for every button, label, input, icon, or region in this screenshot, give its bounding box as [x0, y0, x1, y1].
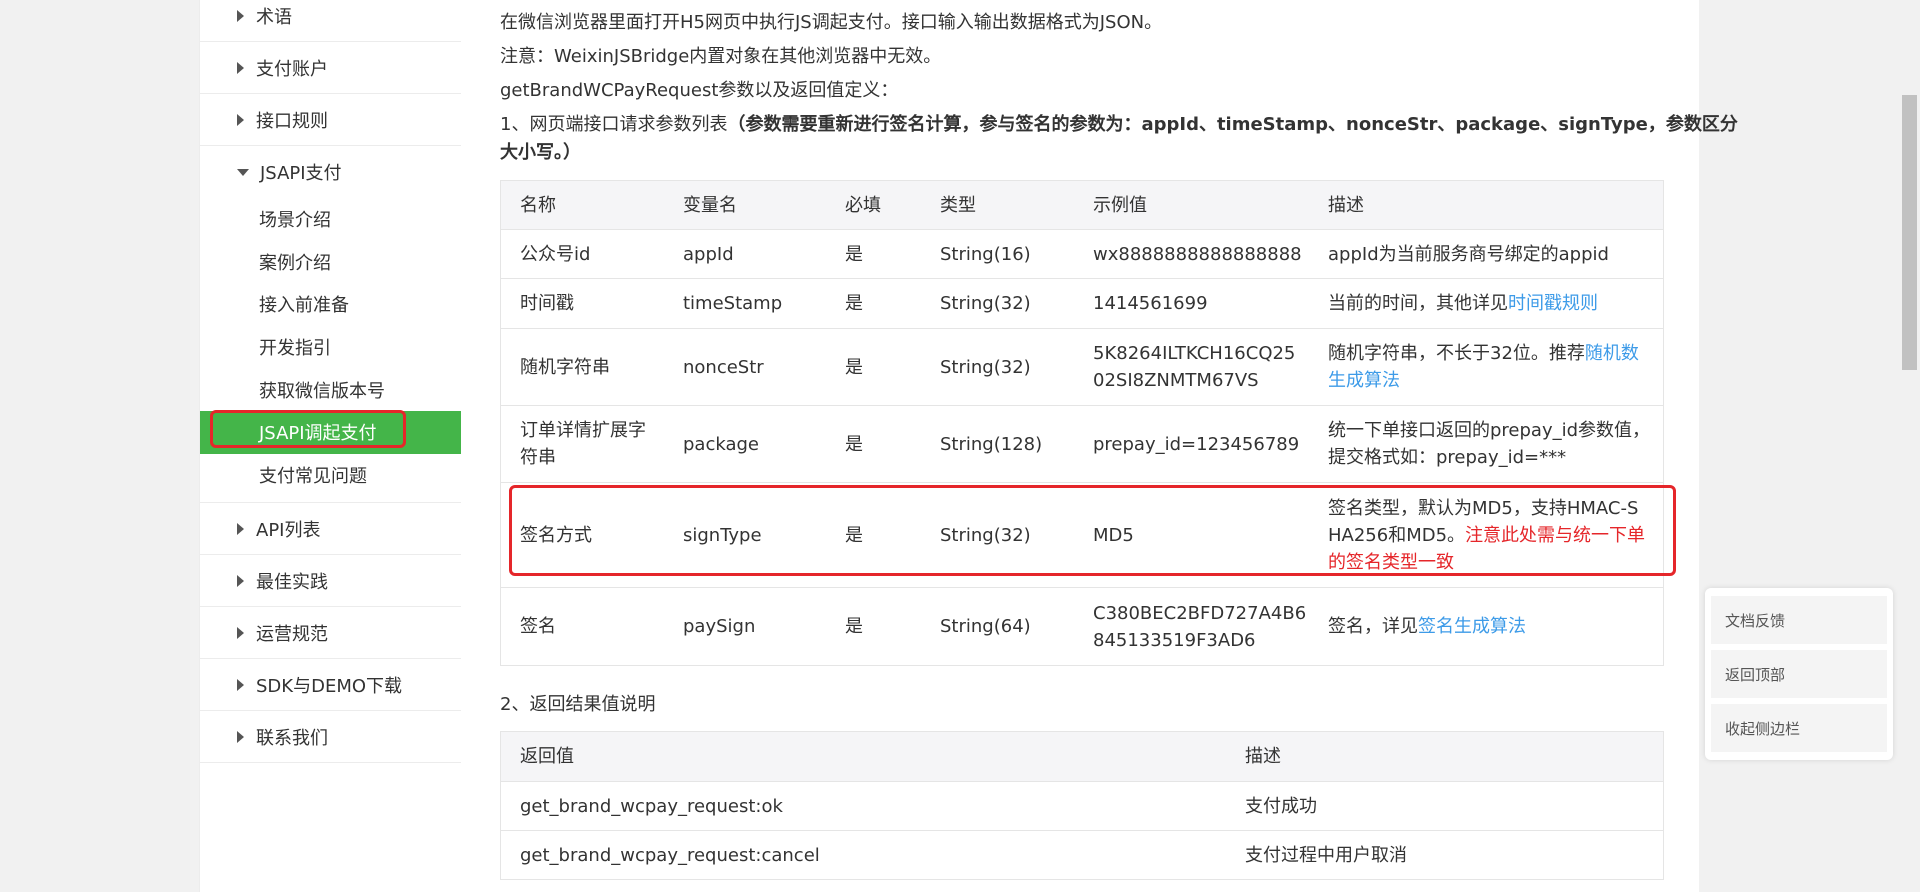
- sub-item-cases[interactable]: 案例介绍: [200, 241, 461, 284]
- jsapi-sub-list: 场景介绍 案例介绍 接入前准备 开发指引 获取微信版本号 JSAPI调起支付 支…: [200, 198, 461, 504]
- sub-item-wechat-version[interactable]: 获取微信版本号: [200, 368, 461, 411]
- header-name: 名称: [520, 194, 556, 216]
- sub-item-jsapi-invoke-pay[interactable]: JSAPI调起支付: [200, 409, 461, 454]
- return-table: 返回值 描述 get_brand_wcpay_request:ok 支付成功 g…: [500, 731, 1664, 880]
- nav-item-label: 接口规则: [256, 110, 328, 132]
- random-algo-link[interactable]: 随机数: [1585, 343, 1639, 364]
- caret-right-icon: [237, 9, 244, 22]
- sidebar-nav: 术语 支付账户 接口规则 JSAPI支付 场景介绍 案例介绍 接入前准备 开发指…: [199, 0, 462, 892]
- caret-right-icon: [237, 574, 244, 587]
- main-content: 在微信浏览器里面打开H5网页中执行JS调起支付。接口输入输出数据格式为JSON。…: [461, 0, 1738, 892]
- header-example: 示例值: [1093, 194, 1147, 216]
- caret-right-icon: [237, 626, 244, 639]
- sign-algo-link[interactable]: 签名生成算法: [1418, 616, 1526, 637]
- caret-right-icon: [237, 678, 244, 691]
- header-required: 必填: [845, 194, 881, 216]
- back-to-top-button[interactable]: 返回顶部: [1711, 650, 1887, 698]
- caret-right-icon: [237, 61, 244, 74]
- caret-down-icon: [237, 168, 249, 176]
- table-row: get_brand_wcpay_request:ok 支付成功: [501, 782, 1663, 831]
- intro-text-2: 注意：WeixinJSBridge内置对象在其他浏览器中无效。: [500, 46, 942, 67]
- page-scrollbar[interactable]: [1899, 0, 1920, 892]
- nav-item-jsapi[interactable]: JSAPI支付: [200, 146, 461, 198]
- nav-item-label: 术语: [256, 6, 292, 28]
- nav-item-contact[interactable]: 联系我们: [200, 711, 461, 764]
- caret-right-icon: [237, 522, 244, 535]
- sub-item-faq[interactable]: 支付常见问题: [200, 454, 461, 497]
- table-row-signtype: 签名方式 signType 是 String(32) MD5 签名类型，默认为M…: [501, 483, 1663, 588]
- section1-title-cont: 大小写。）: [500, 142, 581, 163]
- section1-title: 1、网页端接口请求参数列表（参数需要重新进行签名计算，参与签名的参数为：appI…: [500, 114, 1738, 135]
- section2-title: 2、返回结果值说明: [500, 694, 656, 715]
- table-row: 订单详情扩展字 符串 package 是 String(128) prepay_…: [501, 406, 1663, 483]
- table-row: 时间戳 timeStamp 是 String(32) 1414561699 当前…: [501, 279, 1663, 329]
- sub-item-preparation[interactable]: 接入前准备: [200, 283, 461, 326]
- collapse-sidebar-button[interactable]: 收起侧边栏: [1711, 704, 1887, 752]
- table-row: 签名 paySign 是 String(64) C380BEC2BFD727A4…: [501, 588, 1663, 666]
- nav-item-api-list[interactable]: API列表: [200, 503, 461, 556]
- floating-tool-panel: 文档反馈 返回顶部 收起侧边栏: [1705, 588, 1893, 760]
- nav-item-label: SDK与DEMO下载: [256, 675, 403, 697]
- nav-item-best-practice[interactable]: 最佳实践: [200, 555, 461, 608]
- random-algo-link-cont[interactable]: 生成算法: [1328, 370, 1400, 391]
- header-type: 类型: [940, 194, 976, 216]
- intro-text-3: getBrandWCPayRequest参数以及返回值定义：: [500, 80, 899, 101]
- nav-item-operation-rules[interactable]: 运营规范: [200, 607, 461, 660]
- nav-item-label: API列表: [256, 519, 321, 541]
- nav-item-label: 运营规范: [256, 623, 328, 645]
- table-header-row: 返回值 描述: [501, 732, 1663, 782]
- table-row: get_brand_wcpay_request:cancel 支付过程中用户取消: [501, 831, 1663, 880]
- intro-text-1: 在微信浏览器里面打开H5网页中执行JS调起支付。接口输入输出数据格式为JSON。: [500, 12, 1163, 33]
- caret-right-icon: [237, 730, 244, 743]
- caret-right-icon: [237, 113, 244, 126]
- table-row: 公众号id appId 是 String(16) wx8888888888888…: [501, 230, 1663, 279]
- table-header-row: 名称 变量名 必填 类型 示例值 描述: [501, 181, 1663, 230]
- nav-item-payment-account[interactable]: 支付账户: [200, 42, 461, 94]
- scrollbar-thumb[interactable]: [1902, 95, 1917, 370]
- doc-feedback-button[interactable]: 文档反馈: [1711, 596, 1887, 644]
- table-row: 随机字符串 nonceStr 是 String(32) 5K8264ILTKCH…: [501, 329, 1663, 406]
- header-desc: 描述: [1328, 194, 1364, 216]
- nav-item-terms[interactable]: 术语: [200, 0, 461, 42]
- nav-item-label: 联系我们: [256, 727, 328, 749]
- header-var: 变量名: [683, 194, 737, 216]
- sub-item-scenario[interactable]: 场景介绍: [200, 198, 461, 241]
- nav-item-sdk-demo[interactable]: SDK与DEMO下载: [200, 659, 461, 712]
- sub-item-dev-guide[interactable]: 开发指引: [200, 326, 461, 369]
- nav-item-label: JSAPI支付: [260, 163, 342, 184]
- timestamp-rules-link[interactable]: 时间戳规则: [1508, 293, 1598, 314]
- nav-item-interface-rules[interactable]: 接口规则: [200, 94, 461, 146]
- nav-item-label: 支付账户: [256, 58, 328, 80]
- nav-item-label: 最佳实践: [256, 571, 328, 593]
- params-table: 名称 变量名 必填 类型 示例值 描述 公众号id appId 是 String…: [500, 180, 1664, 666]
